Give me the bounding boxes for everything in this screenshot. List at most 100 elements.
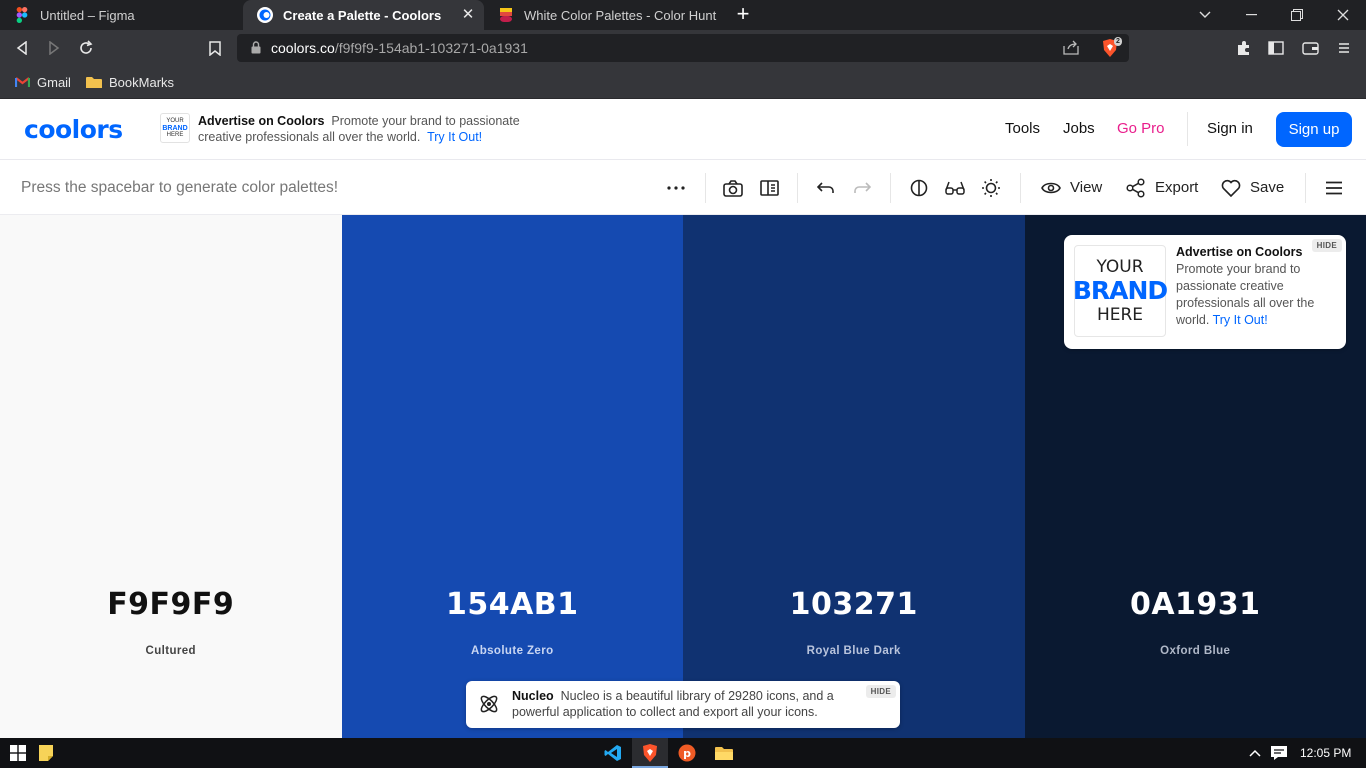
nucleo-text: Nucleo Nucleo is a beautiful library of … — [512, 688, 852, 720]
ad-brand-thumbnail[interactable]: YOUR BRAND HERE — [160, 113, 190, 143]
restore-button[interactable] — [1274, 0, 1320, 30]
header-divider — [1187, 112, 1188, 146]
advertise-card[interactable]: YOUR BRAND HERE Advertise on Coolors Pro… — [1064, 235, 1346, 349]
redo-icon[interactable] — [851, 177, 873, 199]
sticky-notes-icon[interactable] — [36, 743, 56, 763]
nav-jobs[interactable]: Jobs — [1063, 120, 1095, 137]
nucleo-ad-banner[interactable]: Nucleo Nucleo is a beautiful library of … — [466, 681, 900, 728]
palette-toolbar: Press the spacebar to generate color pal… — [0, 160, 1366, 215]
ad-hide-button[interactable]: HIDE — [1311, 239, 1342, 252]
color-hex[interactable]: F9F9F9 — [0, 587, 342, 622]
minimize-button[interactable] — [1228, 0, 1274, 30]
chevron-up-icon[interactable] — [1245, 743, 1265, 763]
brightness-icon[interactable] — [980, 177, 1002, 199]
color-name[interactable]: Royal Blue Dark — [683, 645, 1025, 657]
color-swatch[interactable]: F9F9F9 Cultured — [0, 215, 342, 738]
sign-up-button[interactable]: Sign up — [1276, 112, 1352, 147]
color-hex[interactable]: 103271 — [683, 587, 1025, 622]
header-ad-title[interactable]: Advertise on Coolors — [198, 114, 324, 128]
toolbar-divider — [1020, 173, 1021, 203]
eye-icon — [1040, 177, 1062, 199]
bookmarks-bar: Gmail BookMarks — [0, 66, 1366, 99]
gmail-icon — [15, 76, 30, 88]
back-icon[interactable] — [12, 38, 32, 58]
tab-search-icon[interactable] — [1182, 0, 1228, 30]
site-header: coolors YOUR BRAND HERE Advertise on Coo… — [0, 99, 1366, 160]
color-swatch[interactable]: 154AB1 Absolute Zero — [341, 215, 684, 738]
undo-icon[interactable] — [815, 177, 837, 199]
bookmark-label: BookMarks — [109, 74, 175, 90]
bookmark-icon[interactable] — [205, 38, 225, 58]
system-clock[interactable]: 12:05 PM — [1300, 746, 1351, 760]
brand-line: HERE — [1096, 305, 1144, 325]
menu-icon[interactable] — [1334, 38, 1354, 58]
nucleo-desc: Nucleo is a beautiful library of 29280 i… — [512, 689, 834, 719]
url-path: /f9f9f9-154ab1-103271-0a1931 — [334, 40, 528, 56]
share-nodes-icon — [1125, 177, 1147, 199]
tab-title: White Color Palettes - Color Hunt — [524, 7, 717, 23]
sign-in-link[interactable]: Sign in — [1207, 120, 1253, 137]
ad-card-title[interactable]: Advertise on Coolors — [1176, 245, 1302, 259]
figma-icon — [14, 7, 30, 23]
nav-tools[interactable]: Tools — [1005, 120, 1040, 137]
coolors-icon — [257, 7, 273, 23]
color-swatch[interactable]: 103271 Royal Blue Dark — [683, 215, 1025, 738]
new-tab-button[interactable]: + — [733, 3, 753, 26]
toolbar-divider — [1305, 173, 1306, 203]
windows-start-icon[interactable] — [8, 743, 28, 763]
tab-coolors[interactable]: Create a Palette - Coolors ✕ — [243, 0, 484, 30]
file-explorer-icon[interactable] — [714, 743, 734, 763]
ad-mini-line: BRAND — [162, 124, 188, 132]
contrast-icon[interactable] — [908, 177, 930, 199]
tab-title: Create a Palette - Coolors — [283, 7, 442, 23]
gallery-view-icon[interactable] — [758, 177, 780, 199]
svg-text:p: p — [683, 747, 691, 760]
sidebar-icon[interactable] — [1266, 38, 1286, 58]
notification-icon[interactable] — [1269, 743, 1289, 763]
vscode-icon[interactable] — [603, 743, 623, 763]
color-blindness-glasses-icon[interactable] — [944, 177, 966, 199]
ad-card-link[interactable]: Try It Out! — [1213, 313, 1268, 327]
save-button[interactable]: Save — [1250, 179, 1284, 196]
nucleo-hide-button[interactable]: HIDE — [865, 685, 896, 698]
atom-icon — [476, 691, 502, 717]
brave-browser-icon[interactable] — [640, 743, 660, 763]
toolbar-divider — [890, 173, 891, 203]
color-name[interactable]: Cultured — [0, 645, 342, 657]
bookmark-label: Gmail — [37, 74, 71, 90]
close-tab-icon[interactable]: ✕ — [460, 7, 476, 23]
nucleo-title[interactable]: Nucleo — [512, 689, 554, 703]
spacebar-hint: Press the spacebar to generate color pal… — [21, 179, 339, 196]
header-ad-link[interactable]: Try It Out! — [427, 130, 482, 144]
camera-icon[interactable] — [722, 177, 744, 199]
coolors-logo[interactable]: coolors — [24, 115, 123, 144]
reload-icon[interactable] — [76, 38, 96, 58]
color-name[interactable]: Absolute Zero — [342, 645, 684, 657]
color-name[interactable]: Oxford Blue — [1025, 645, 1366, 657]
colorhunt-icon — [498, 7, 514, 23]
postman-icon[interactable]: p — [677, 743, 697, 763]
your-brand-here-image: YOUR BRAND HERE — [1073, 245, 1168, 337]
tab-colorhunt[interactable]: White Color Palettes - Color Hunt — [484, 0, 724, 30]
close-window-button[interactable] — [1320, 0, 1366, 30]
export-button[interactable]: Export — [1155, 179, 1198, 196]
hamburger-menu-icon[interactable] — [1323, 177, 1345, 199]
bookmark-gmail[interactable]: Gmail — [15, 72, 71, 92]
nav-go-pro[interactable]: Go Pro — [1117, 120, 1165, 137]
forward-icon[interactable] — [44, 38, 64, 58]
view-button[interactable]: View — [1070, 179, 1102, 196]
tab-figma[interactable]: Untitled – Figma — [0, 0, 243, 30]
bookmark-folder[interactable]: BookMarks — [86, 72, 174, 92]
header-ad-text: Advertise on Coolors Promote your brand … — [198, 113, 538, 145]
browser-toolbar: coolors.co/f9f9f9-154ab1-103271-0a1931 2 — [0, 30, 1366, 66]
share-icon[interactable] — [1063, 40, 1079, 60]
color-hex[interactable]: 154AB1 — [342, 587, 684, 622]
wallet-icon[interactable] — [1300, 38, 1320, 58]
extensions-icon[interactable] — [1234, 38, 1254, 58]
heart-icon — [1220, 177, 1242, 199]
ad-card-text: Advertise on Coolors Promote your brand … — [1176, 244, 1338, 329]
url-text: coolors.co/f9f9f9-154ab1-103271-0a1931 — [271, 40, 528, 56]
more-options-icon[interactable] — [665, 177, 687, 199]
address-bar[interactable]: coolors.co/f9f9f9-154ab1-103271-0a1931 2 — [237, 34, 1129, 62]
color-hex[interactable]: 0A1931 — [1025, 587, 1366, 622]
